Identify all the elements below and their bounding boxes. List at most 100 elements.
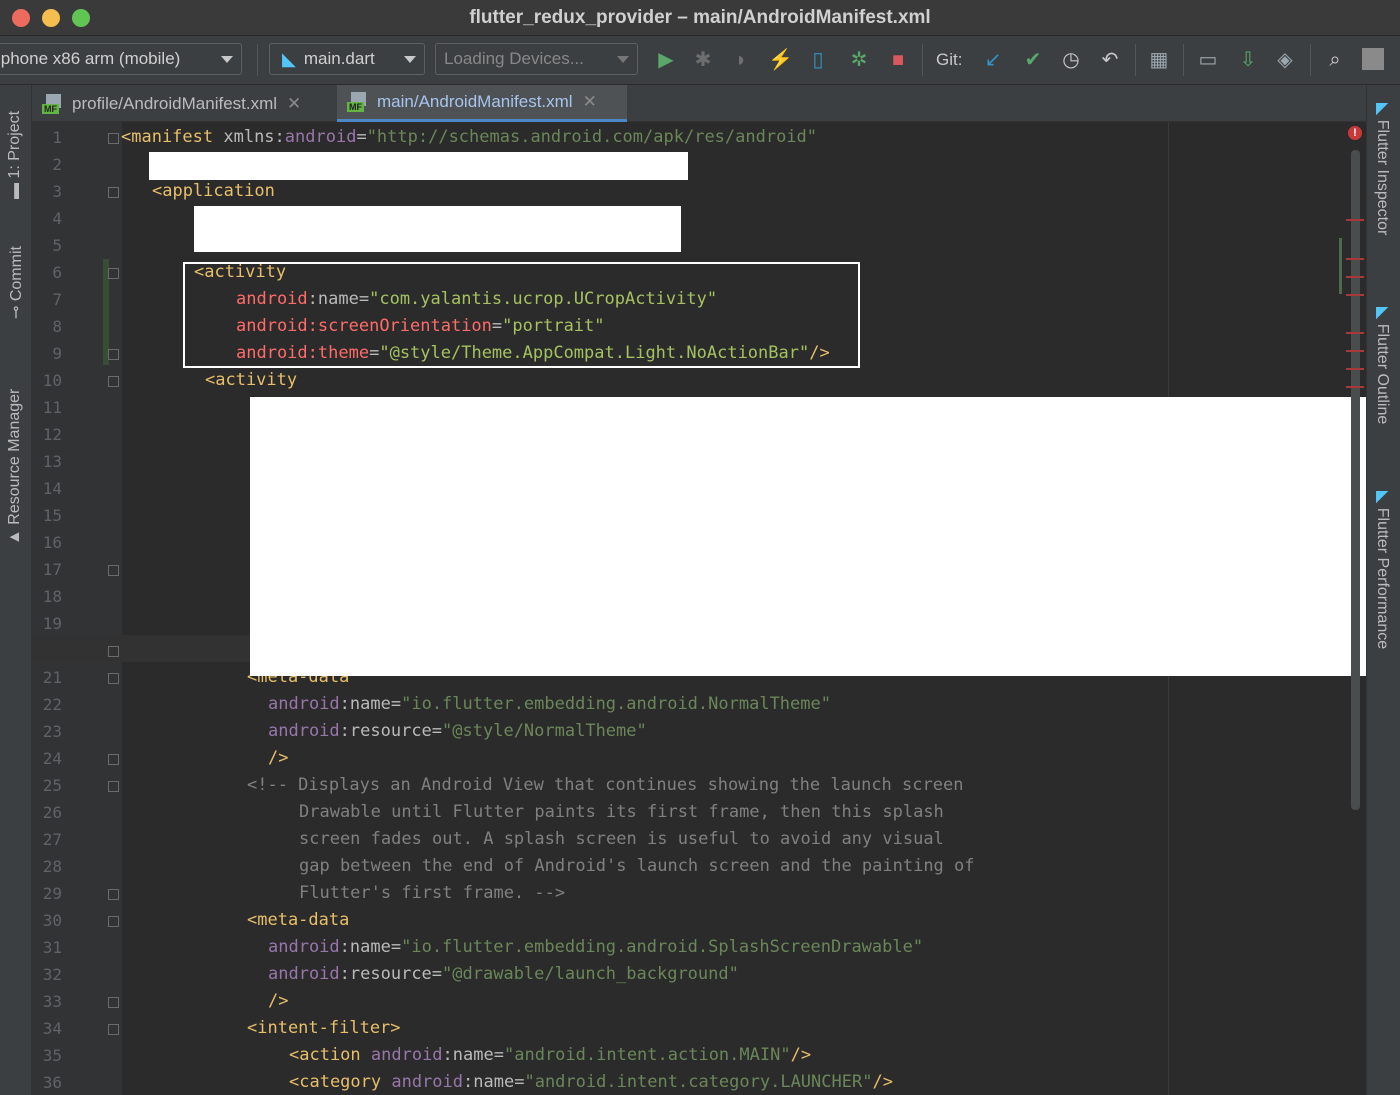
- editor-scrollbar[interactable]: [1351, 150, 1360, 810]
- commit-icon: ⊸: [8, 301, 25, 319]
- resource-manager-panel-tab[interactable]: ▲ Resource Manager: [6, 389, 24, 545]
- target-device-selector[interactable]: iphone x86 arm (mobile): [0, 43, 242, 75]
- search-icon[interactable]: ⌕: [1323, 48, 1347, 72]
- hot-restart-icon[interactable]: ▯: [806, 48, 830, 72]
- fold-marker-icon[interactable]: [108, 187, 119, 198]
- fold-marker-icon[interactable]: [108, 1024, 119, 1035]
- fold-marker-icon[interactable]: [108, 565, 119, 576]
- fold-marker-icon[interactable]: [108, 376, 119, 387]
- fold-marker-icon[interactable]: [108, 268, 119, 279]
- fold-marker-icon[interactable]: [108, 349, 119, 360]
- attach-debugger-icon[interactable]: ✲: [847, 48, 871, 72]
- error-stripe[interactable]: [1346, 294, 1364, 296]
- line-number: 14: [42, 479, 62, 498]
- code-line-1: <manifest xmlns:android="http://schemas.…: [121, 127, 818, 147]
- fold-marker-icon[interactable]: [108, 889, 119, 900]
- fold-marker-icon[interactable]: [108, 781, 119, 792]
- code-line-22: android:name="io.flutter.embedding.andro…: [268, 694, 831, 714]
- error-stripe[interactable]: [1346, 276, 1364, 278]
- toolbar-divider: [1183, 44, 1184, 76]
- error-stripe[interactable]: [1346, 332, 1364, 334]
- line-number: 28: [42, 857, 62, 876]
- stop-icon[interactable]: ■: [886, 48, 910, 72]
- line-number: 13: [42, 452, 62, 471]
- run-icon[interactable]: ▶: [654, 48, 678, 72]
- git-label: Git:: [936, 50, 963, 69]
- redacted-region: [194, 206, 681, 252]
- error-stripe[interactable]: [1346, 258, 1364, 260]
- line-number: 10: [42, 371, 62, 390]
- code-line-33: />: [268, 991, 289, 1011]
- line-number: 23: [42, 722, 62, 741]
- git-commit-icon[interactable]: ✔: [1021, 48, 1045, 72]
- toolbar-divider: [1135, 44, 1136, 76]
- flutter-icon: ◣: [1374, 307, 1391, 324]
- hot-reload-icon[interactable]: ⚡: [768, 48, 793, 72]
- line-number: 24: [42, 749, 62, 768]
- git-history-icon[interactable]: ◷: [1059, 48, 1083, 72]
- error-indicator-icon[interactable]: !: [1348, 126, 1362, 140]
- flutter-icon: ◣: [282, 48, 296, 69]
- code-line-32: android:resource="@drawable/launch_backg…: [268, 964, 739, 984]
- run-config-selector[interactable]: ◣ main.dart: [269, 43, 425, 75]
- flutter-inspector-panel-tab[interactable]: ◣ Flutter Inspector: [1373, 103, 1393, 235]
- folder-icon: ▬: [6, 178, 23, 199]
- code-line-30: <meta-data: [247, 910, 350, 930]
- editor-tabs: MF profile/AndroidManifest.xml ✕ MF main…: [32, 85, 1366, 122]
- line-number: 1: [52, 128, 62, 147]
- window-title: flutter_redux_provider – main/AndroidMan…: [469, 7, 931, 28]
- avd-manager-icon[interactable]: ▭: [1196, 48, 1220, 72]
- project-panel-tab[interactable]: ▬ 1: Project: [6, 111, 24, 199]
- right-tool-window-bar: ◣ Flutter Inspector ◣ Flutter Outline ◣ …: [1366, 85, 1400, 1095]
- manifest-file-icon: MF: [42, 93, 64, 114]
- code-line-23: android:resource="@style/NormalTheme": [268, 721, 647, 741]
- flutter-icon: ◣: [1374, 491, 1391, 508]
- code-line-36: <category android:name="android.intent.c…: [289, 1072, 893, 1092]
- error-stripe[interactable]: [1346, 386, 1364, 388]
- target-device-label: iphone x86 arm (mobile): [0, 49, 181, 68]
- git-rollback-icon[interactable]: ↶: [1098, 48, 1122, 72]
- line-number: 36: [42, 1073, 62, 1092]
- code-line-26: Drawable until Flutter paints its first …: [299, 802, 944, 822]
- line-number: 18: [42, 587, 62, 606]
- fold-marker-icon[interactable]: [108, 646, 119, 657]
- fold-marker-icon[interactable]: [108, 754, 119, 765]
- line-number: 8: [52, 317, 62, 336]
- devices-selector[interactable]: Loading Devices...: [435, 43, 638, 75]
- flutter-outline-panel-tab[interactable]: ◣ Flutter Outline: [1373, 307, 1393, 424]
- tab-main-manifest[interactable]: MF main/AndroidManifest.xml ✕: [337, 85, 627, 122]
- line-number: 26: [42, 803, 62, 822]
- close-icon[interactable]: ✕: [583, 92, 597, 112]
- line-number: 22: [42, 695, 62, 714]
- fold-marker-icon[interactable]: [108, 916, 119, 927]
- error-stripe[interactable]: [1346, 368, 1364, 370]
- fold-marker-icon[interactable]: [108, 673, 119, 684]
- redacted-region: [149, 152, 688, 180]
- run-with-coverage-icon[interactable]: ◗: [729, 48, 753, 72]
- flutter-performance-panel-tab[interactable]: ◣ Flutter Performance: [1373, 491, 1393, 649]
- close-icon[interactable]: ✕: [287, 94, 301, 114]
- fold-marker-icon[interactable]: [108, 133, 119, 144]
- sdk-manager-icon[interactable]: ⇩: [1236, 48, 1260, 72]
- tab-profile-manifest[interactable]: MF profile/AndroidManifest.xml ✕: [32, 85, 336, 122]
- commit-panel-tab[interactable]: ⊸ Commit: [6, 246, 26, 319]
- fold-marker-icon[interactable]: [108, 997, 119, 1008]
- git-update-icon[interactable]: ↙: [981, 48, 1005, 72]
- sync-project-icon[interactable]: ◈: [1273, 48, 1297, 72]
- code-line-35: <action android:name="android.intent.act…: [289, 1045, 812, 1065]
- debug-icon[interactable]: ✱: [691, 48, 715, 72]
- code-line-25: <!-- Displays an Android View that conti…: [247, 775, 964, 795]
- line-number: 5: [52, 236, 62, 255]
- line-number: 16: [42, 533, 62, 552]
- devices-label: Loading Devices...: [444, 49, 584, 68]
- project-structure-icon[interactable]: ▦: [1147, 48, 1171, 72]
- error-stripe[interactable]: [1346, 350, 1364, 352]
- error-stripe[interactable]: [1346, 219, 1364, 221]
- toolbar-divider: [922, 44, 923, 76]
- line-number: 29: [42, 884, 62, 903]
- line-number: 25: [42, 776, 62, 795]
- highlighted-activity-block: [183, 262, 860, 368]
- tab-label: profile/AndroidManifest.xml: [72, 93, 278, 113]
- user-icon[interactable]: [1362, 48, 1384, 70]
- line-number: 7: [52, 290, 62, 309]
